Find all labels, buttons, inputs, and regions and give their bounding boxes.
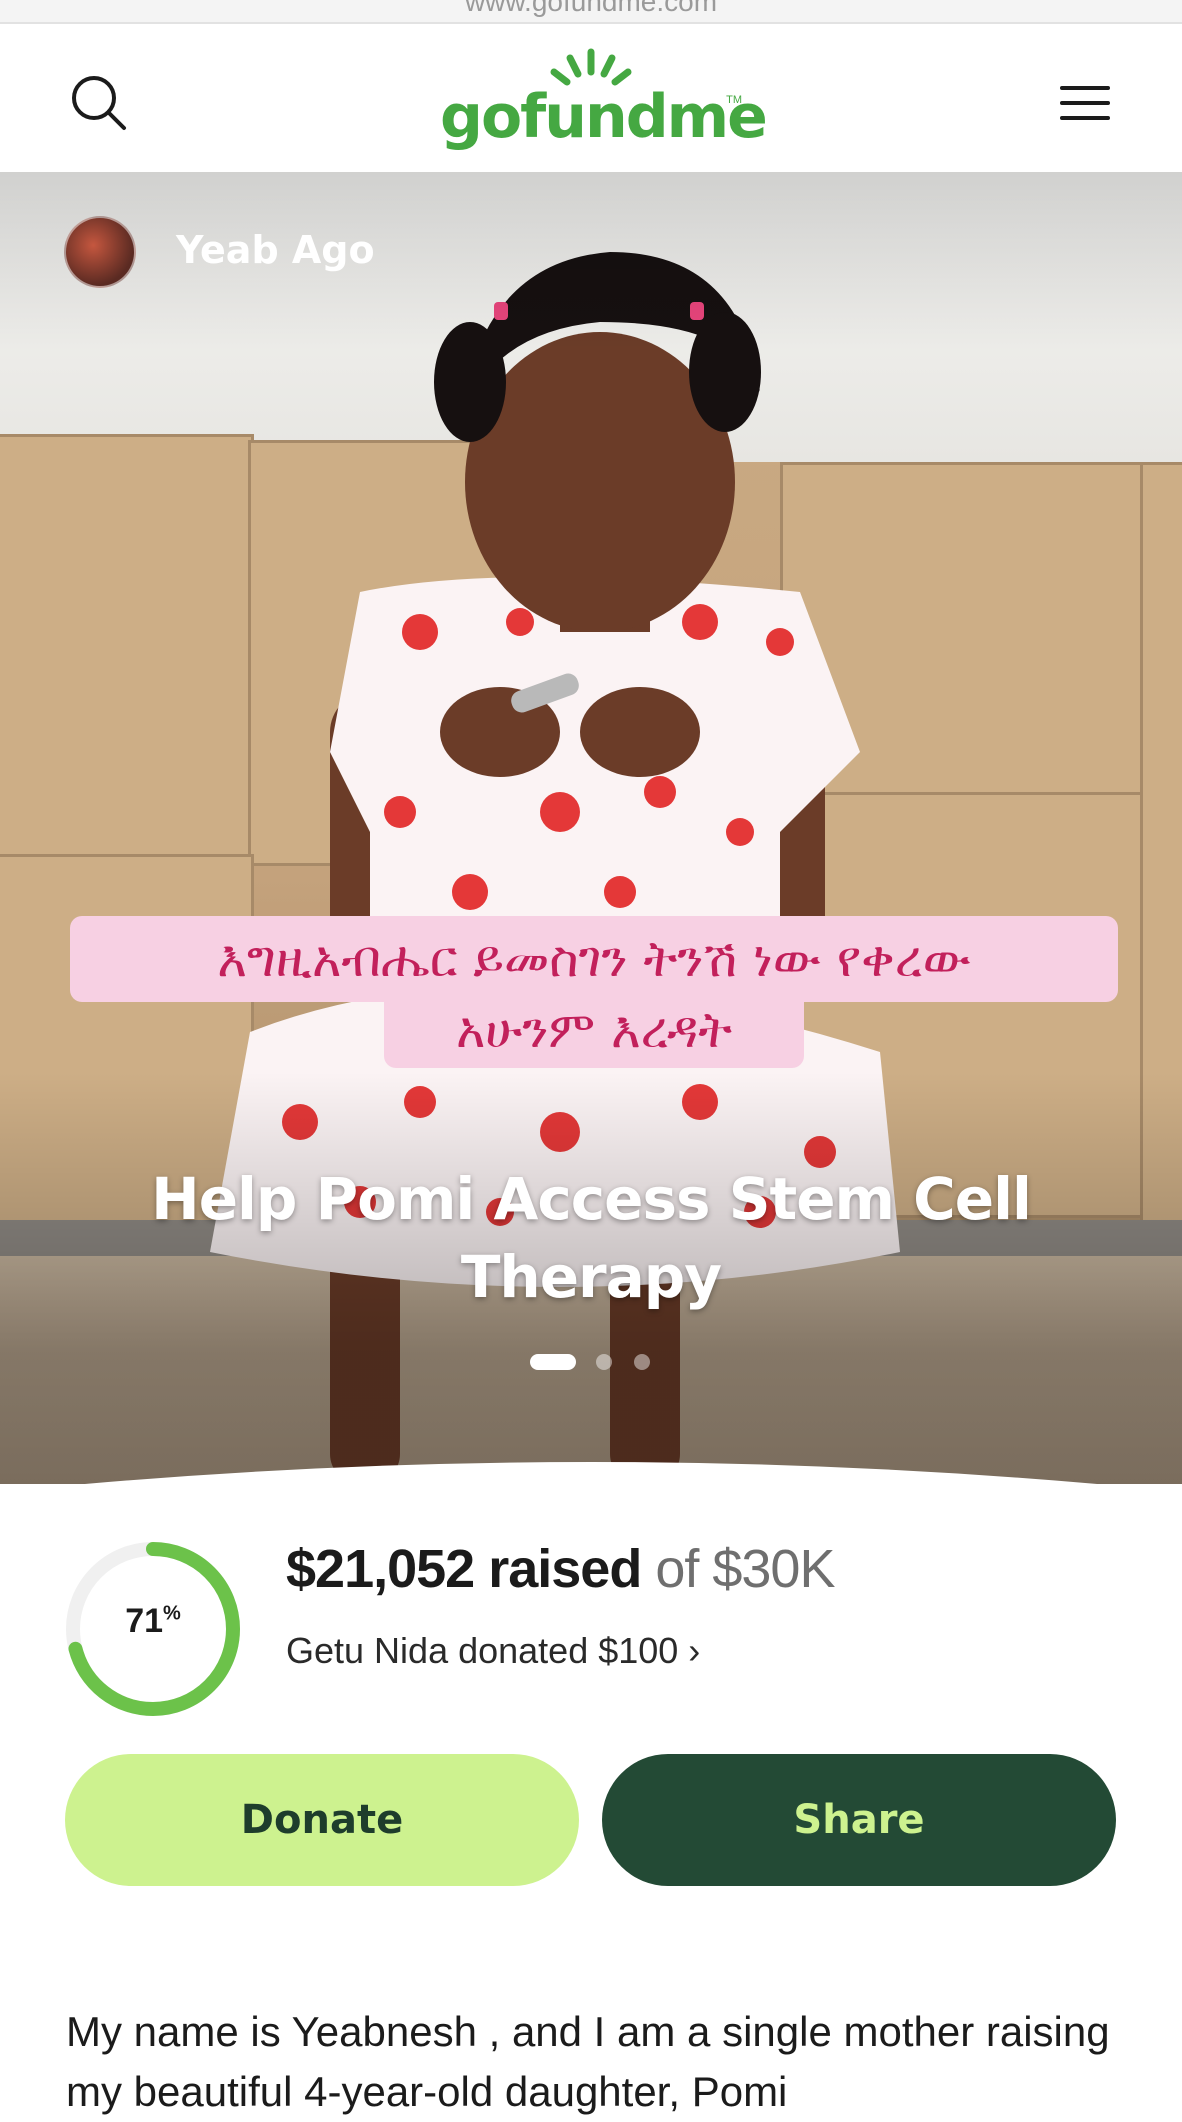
share-button[interactable]: Share xyxy=(602,1754,1116,1886)
amount-raised: $21,052 raised of $30K xyxy=(286,1538,835,1600)
goal-amount: of $30K xyxy=(655,1539,835,1599)
logo-wordmark: gofundme xyxy=(440,82,768,152)
campaign-story: My name is Yeabnesh , and I am a single … xyxy=(66,2008,1110,2115)
search-button[interactable] xyxy=(64,68,134,138)
hamburger-menu-icon xyxy=(1060,86,1110,120)
site-header: gofundme TM xyxy=(0,24,1182,172)
gofundme-logo[interactable]: gofundme TM xyxy=(440,44,768,156)
search-icon xyxy=(72,76,126,130)
menu-button[interactable] xyxy=(1050,68,1120,138)
carousel-dot-3[interactable] xyxy=(634,1354,650,1370)
carousel-dot-1[interactable] xyxy=(530,1354,576,1370)
progress-percent-value: 71 xyxy=(125,1602,164,1640)
donate-button[interactable]: Donate xyxy=(65,1754,579,1886)
recent-donation-link[interactable]: Getu Nida donated $100 › xyxy=(286,1630,700,1672)
raised-amount: $21,052 raised xyxy=(286,1539,642,1599)
hero-photo[interactable]: Yeab Ago እግዚአብሔር ይመስገን ትንሽ ነው የቀረው አሁንም … xyxy=(0,172,1182,1484)
url-text: www.gofundme.com xyxy=(464,0,718,17)
url-bar[interactable]: www.gofundme.com xyxy=(0,0,1182,24)
progress-percent-symbol: % xyxy=(163,1602,181,1625)
progress-percent: 71% xyxy=(62,1602,244,1641)
logo-trademark: TM xyxy=(726,94,742,106)
campaign-title: Help Pomi Access Stem Cell Therapy xyxy=(151,1165,1032,1311)
carousel-dot-2[interactable] xyxy=(596,1354,612,1370)
overlay-caption-line-1: እግዚአብሔር ይመስገን ትንሽ ነው የቀረው xyxy=(70,916,1118,1002)
avatar xyxy=(64,216,136,288)
organizer-name: Yeab Ago xyxy=(176,228,375,272)
hero-curve xyxy=(85,1462,1097,1484)
overlay-caption-line-2: አሁንም እረዳት xyxy=(384,1000,804,1068)
